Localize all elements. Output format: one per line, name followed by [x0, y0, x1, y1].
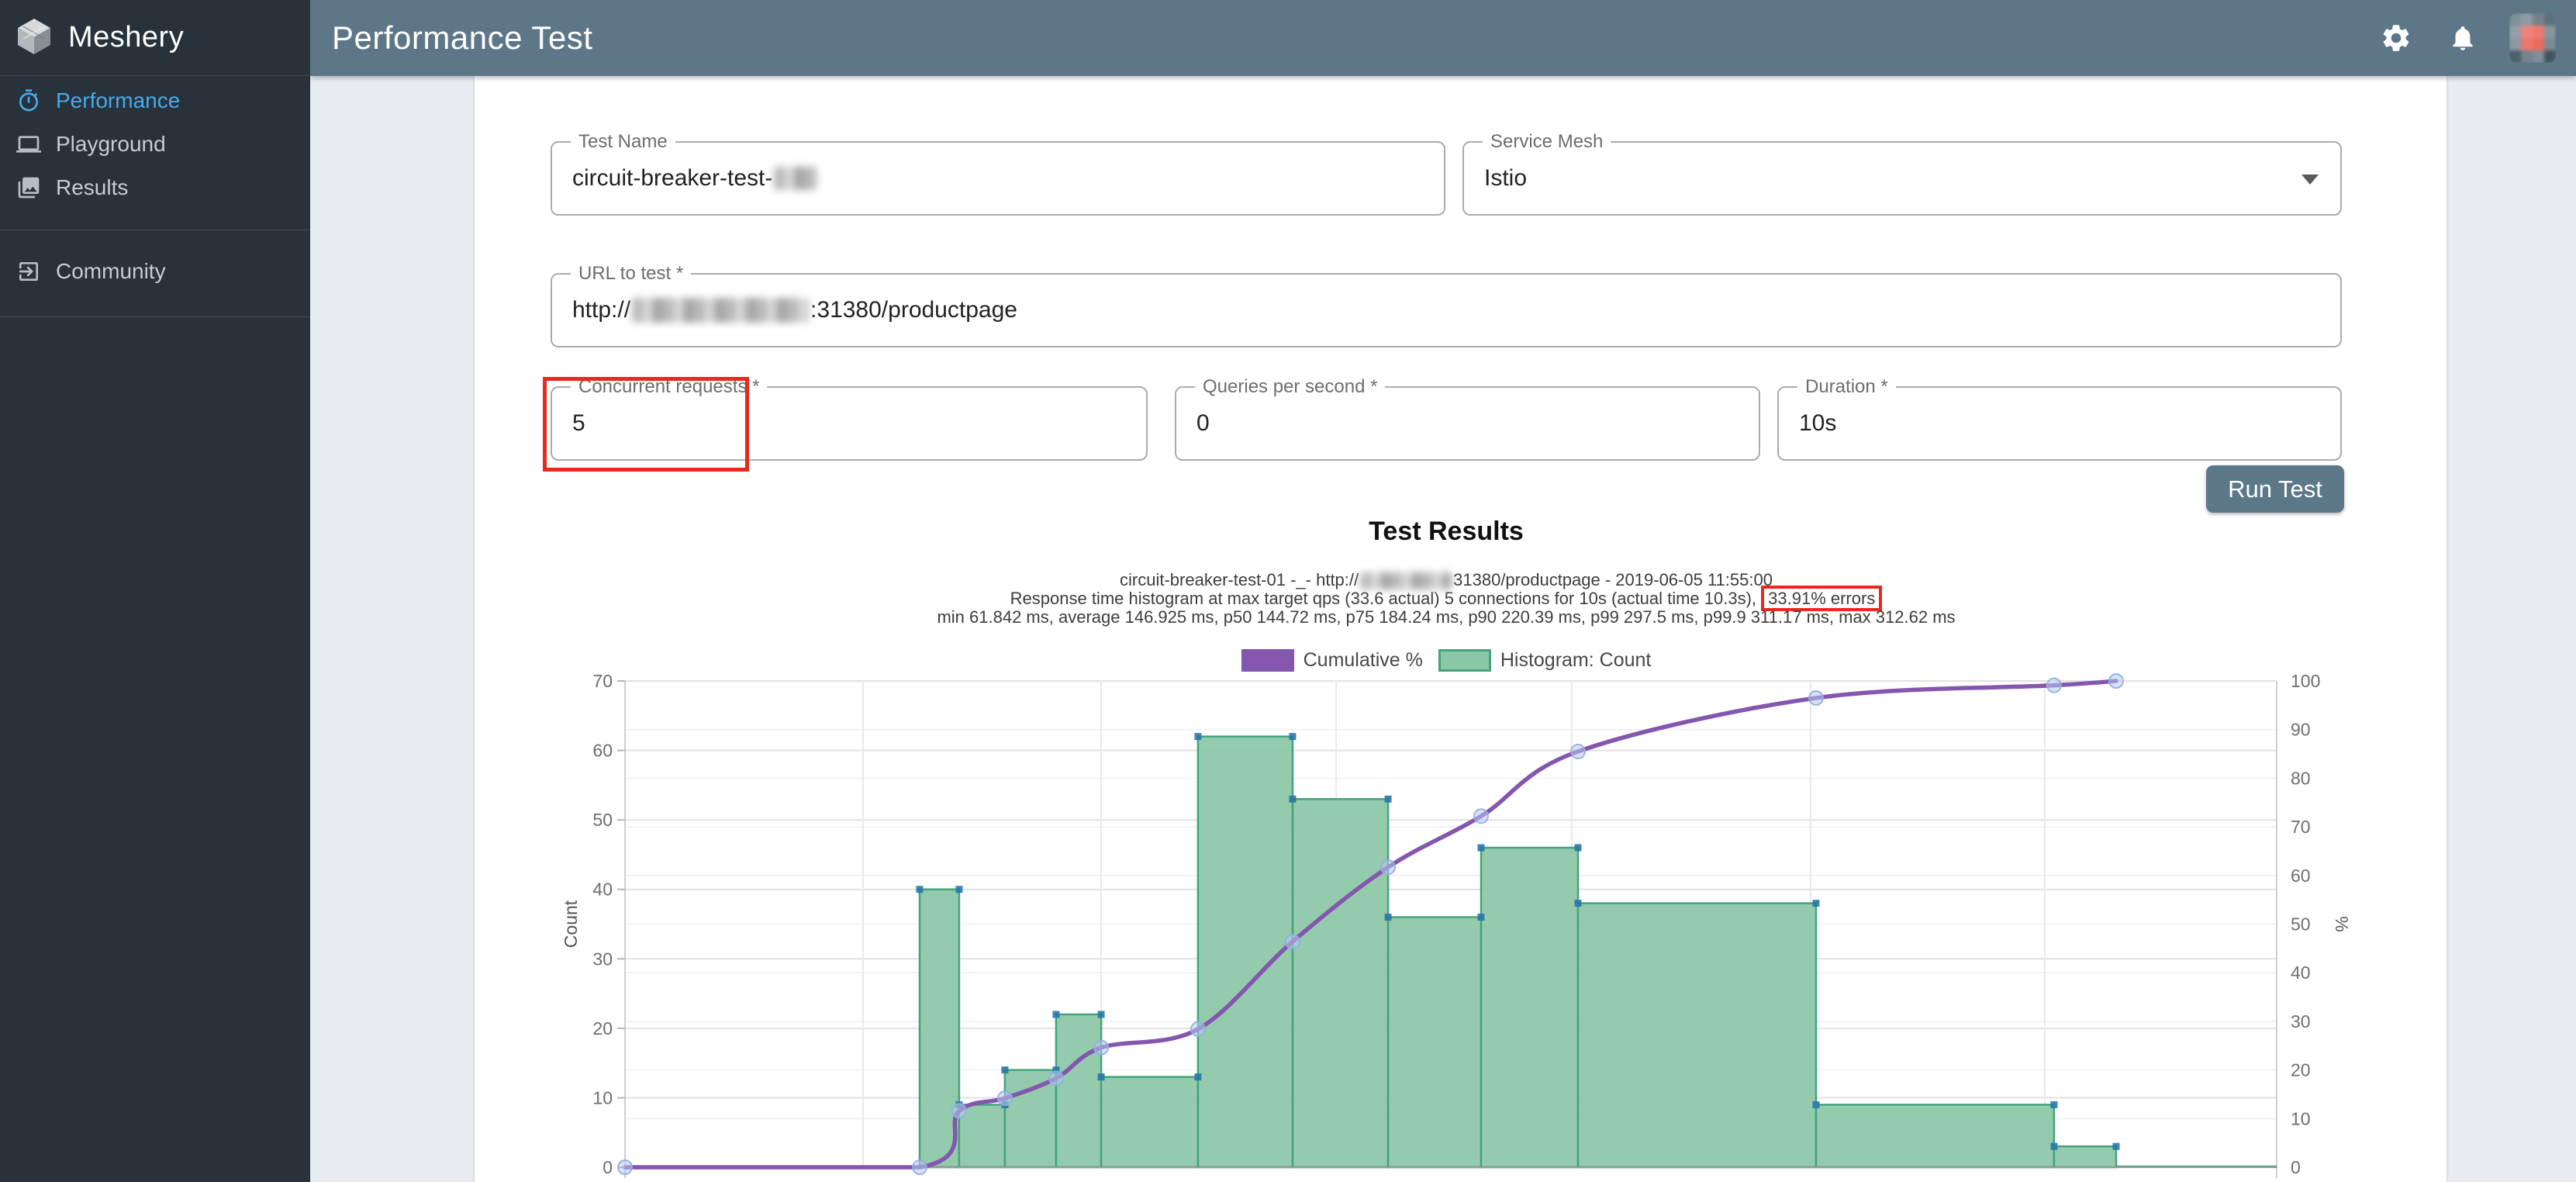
annotation-box-concurrent-requests	[543, 377, 749, 472]
svg-text:Count: Count	[561, 900, 581, 948]
svg-text:0: 0	[2291, 1157, 2301, 1177]
chevron-down-icon[interactable]	[2301, 175, 2319, 185]
masked-text	[774, 167, 817, 190]
svg-text:%: %	[2332, 916, 2352, 931]
page-title: Performance Test	[332, 19, 592, 57]
performance-test-panel: Test Name circuit-breaker-test- Service …	[475, 76, 2447, 1182]
queries-per-second-value: 0	[1196, 388, 1210, 459]
sidebar-item-label: Performance	[56, 88, 180, 113]
user-avatar[interactable]	[2509, 13, 2556, 63]
meshery-logo-icon	[14, 16, 54, 60]
sidebar-item-results[interactable]: Results	[0, 166, 310, 209]
url-to-test-field[interactable]: URL to test * http://:31380/productpage	[551, 273, 2342, 347]
results-line1: circuit-breaker-test-01 -_- http://31380…	[551, 571, 2342, 589]
service-mesh-select[interactable]: Service Mesh Istio	[1462, 141, 2342, 216]
svg-text:30: 30	[592, 949, 613, 969]
svg-text:30: 30	[2291, 1011, 2311, 1032]
brand-title: Meshery	[68, 21, 184, 54]
results-image-icon	[16, 175, 42, 201]
svg-text:80: 80	[2291, 768, 2311, 788]
response-time-histogram-chart[interactable]: 0 10 20 30 40 50 60 70 0 10 20 30 40 50 60 70 80 90 100 Cou…	[475, 636, 2447, 1182]
sidebar-item-playground[interactable]: Playground	[0, 123, 310, 166]
results-title: Test Results	[551, 517, 2342, 547]
sidebar-divider	[0, 316, 310, 317]
sidebar-item-label: Playground	[56, 132, 166, 157]
masked-text	[1360, 572, 1452, 589]
svg-text:90: 90	[2291, 720, 2311, 740]
run-test-button[interactable]: Run Test	[2206, 465, 2344, 513]
results-line2: Response time histogram at max target qp…	[551, 589, 2342, 608]
svg-text:50: 50	[592, 810, 613, 830]
results-line3: min 61.842 ms, average 146.925 ms, p50 1…	[551, 608, 2342, 627]
svg-text:70: 70	[592, 671, 613, 691]
svg-text:10: 10	[592, 1087, 613, 1108]
url-prefix: http://	[572, 297, 630, 323]
svg-text:20: 20	[2291, 1060, 2311, 1080]
stopwatch-icon	[16, 88, 42, 114]
exit-to-app-icon	[16, 258, 42, 285]
svg-text:50: 50	[2291, 914, 2311, 935]
svg-text:60: 60	[592, 741, 613, 761]
sidebar: Meshery Performance Playground Results C…	[0, 0, 310, 1182]
svg-text:40: 40	[592, 880, 613, 900]
service-mesh-value: Istio	[1484, 143, 1527, 214]
sidebar-item-label: Results	[56, 175, 128, 200]
url-suffix: :31380/productpage	[810, 297, 1017, 323]
brand[interactable]: Meshery	[0, 0, 310, 76]
results-description: circuit-breaker-test-01 -_- http://31380…	[551, 571, 2342, 627]
settings-gear-icon[interactable]	[2376, 18, 2416, 58]
duration-value: 10s	[1799, 388, 1836, 459]
notifications-bell-icon[interactable]	[2443, 18, 2483, 58]
queries-per-second-field[interactable]: Queries per second * 0	[1175, 386, 1760, 461]
masked-text	[632, 298, 809, 323]
svg-text:0: 0	[603, 1157, 613, 1177]
laptop-icon	[16, 131, 42, 157]
svg-text:100: 100	[2291, 671, 2320, 691]
app-header: Performance Test	[310, 0, 2576, 76]
svg-text:20: 20	[592, 1018, 613, 1039]
test-name-field[interactable]: Test Name circuit-breaker-test-	[551, 141, 1445, 216]
queries-per-second-label: Queries per second *	[1195, 376, 1385, 398]
svg-text:60: 60	[2291, 866, 2311, 886]
svg-text:40: 40	[2291, 963, 2311, 983]
duration-field[interactable]: Duration * 10s	[1777, 386, 2342, 461]
sidebar-item-label: Community	[56, 259, 166, 284]
svg-text:70: 70	[2291, 817, 2311, 837]
svg-text:10: 10	[2291, 1108, 2311, 1128]
sidebar-item-performance[interactable]: Performance	[0, 79, 310, 123]
test-name-value: circuit-breaker-test-	[572, 165, 772, 192]
sidebar-item-community[interactable]: Community	[0, 250, 310, 293]
